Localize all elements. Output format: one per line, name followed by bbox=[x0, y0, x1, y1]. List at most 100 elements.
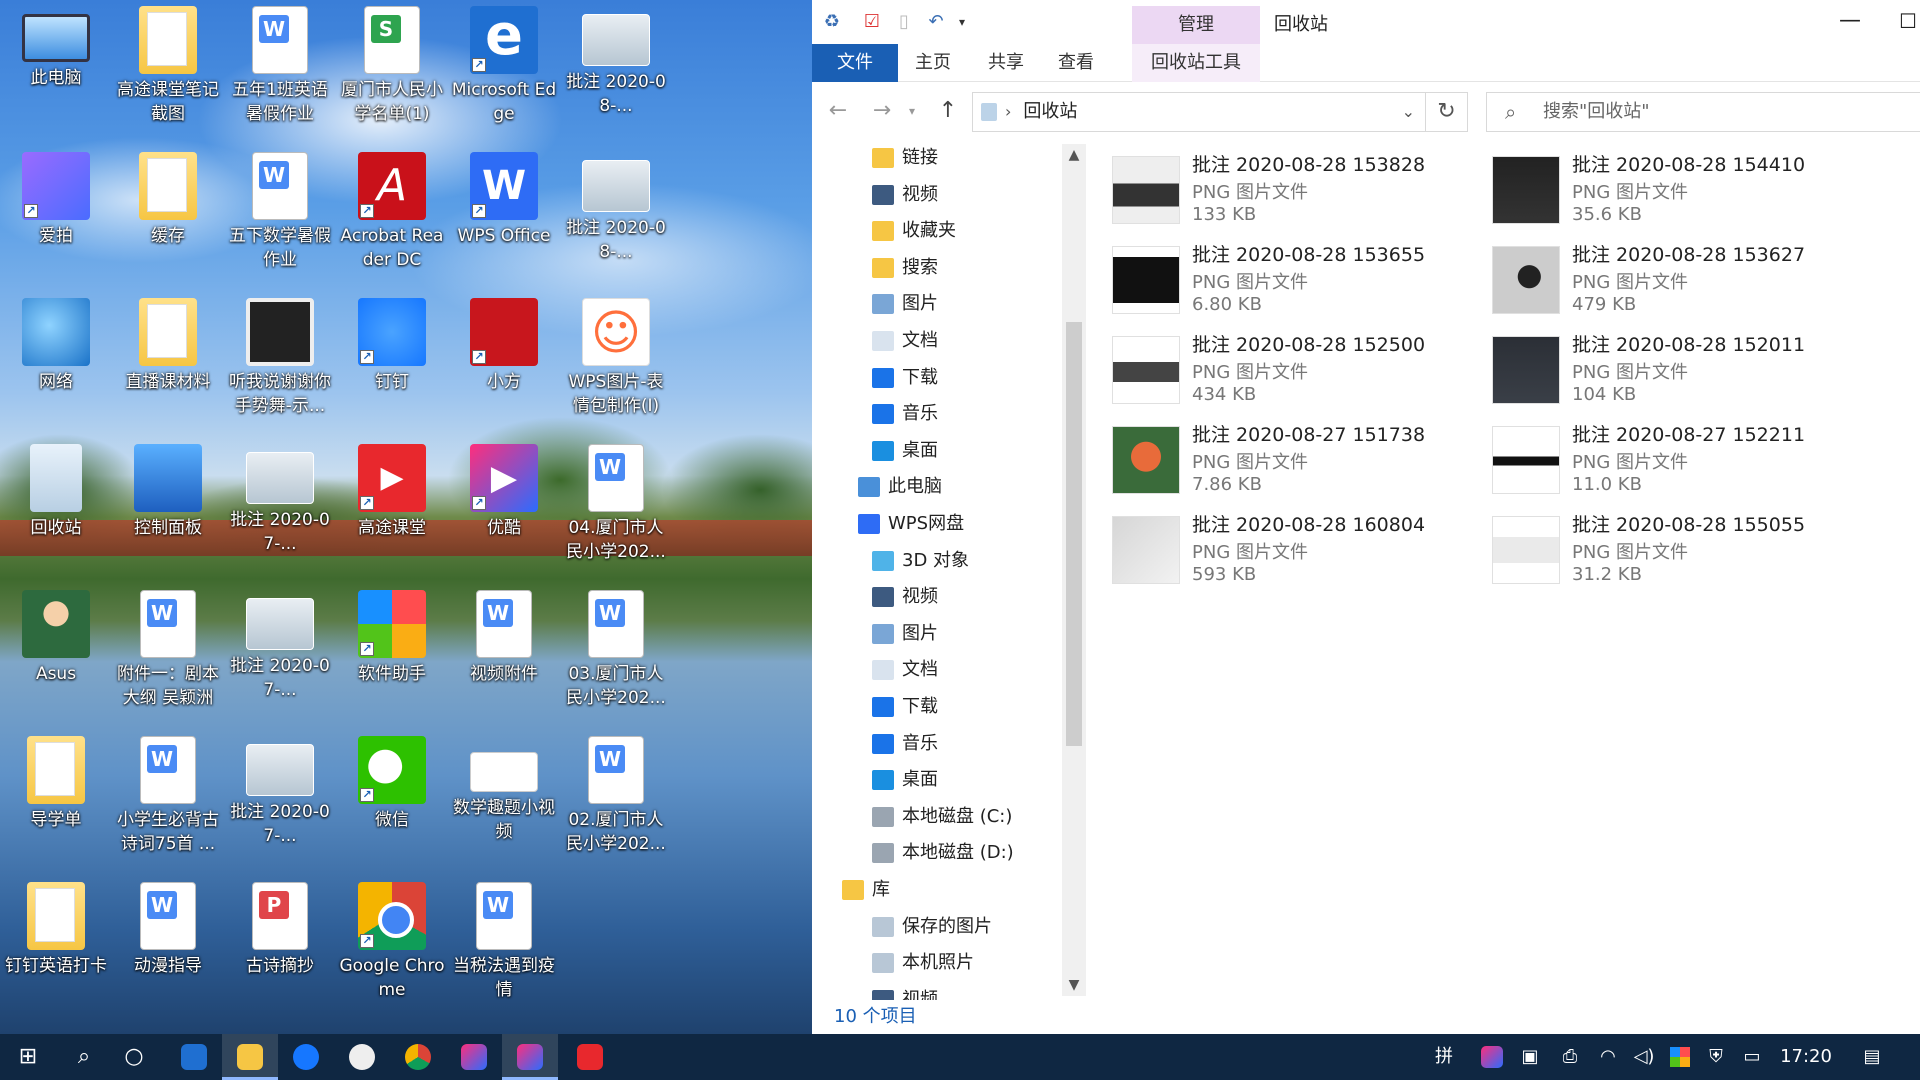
desktop-icon[interactable]: ↗ Microsoft Edge bbox=[448, 0, 560, 146]
nav-item[interactable]: 本机照片 bbox=[872, 945, 974, 981]
youku-player-taskbar-icon[interactable] bbox=[502, 1034, 558, 1080]
desktop-icon[interactable]: 厦门市人民小学名单(1) bbox=[336, 0, 448, 146]
nav-item[interactable]: 桌面 bbox=[872, 433, 938, 469]
desktop-icon[interactable]: ↗ Acrobat Reader DC bbox=[336, 146, 448, 292]
nav-item[interactable]: 下载 bbox=[872, 360, 938, 396]
desktop-icon[interactable]: 批注 2020-07-... bbox=[224, 730, 336, 876]
desktop-icon[interactable]: 04.厦门市人民小学202... bbox=[560, 438, 672, 584]
desktop-icon[interactable]: 批注 2020-08-... bbox=[560, 146, 672, 292]
ime-indicator[interactable]: 拼 bbox=[1422, 1034, 1466, 1080]
search-icon[interactable]: ⌕ bbox=[56, 1034, 112, 1080]
chrome-taskbar-icon[interactable] bbox=[390, 1034, 446, 1080]
nav-item[interactable]: 此电脑 bbox=[858, 469, 942, 505]
file-item[interactable]: 批注 2020-08-28 154410 PNG 图片文件 35.6 KB bbox=[1492, 148, 1872, 234]
tab-file[interactable]: 文件 bbox=[812, 44, 898, 82]
desktop-icon[interactable]: ↗ Google Chrome bbox=[336, 876, 448, 1022]
desktop-icon[interactable]: 批注 2020-07-... bbox=[224, 584, 336, 730]
screen-tool-tray-icon[interactable]: ▣ bbox=[1512, 1034, 1548, 1080]
battery-icon[interactable]: ▭ bbox=[1734, 1034, 1770, 1080]
edge-taskbar-icon[interactable] bbox=[166, 1034, 222, 1080]
desktop-icon[interactable]: 古诗摘抄 bbox=[224, 876, 336, 1022]
desktop-icon[interactable]: 小学生必背古诗词75首 ... bbox=[112, 730, 224, 876]
desktop-icon[interactable]: 五下数学暑假作业 bbox=[224, 146, 336, 292]
file-item[interactable]: 批注 2020-08-28 152011 PNG 图片文件 104 KB bbox=[1492, 328, 1872, 414]
cortana-circle-icon[interactable]: ○ bbox=[106, 1034, 162, 1080]
shield-icon[interactable]: ⛨ bbox=[1698, 1034, 1734, 1080]
desktop-icon[interactable]: ↗优酷 bbox=[448, 438, 560, 584]
desktop-icon[interactable]: ↗ WPS Office bbox=[448, 146, 560, 292]
nav-item[interactable]: 图片 bbox=[872, 286, 938, 322]
file-item[interactable]: 批注 2020-08-28 160804 PNG 图片文件 593 KB bbox=[1112, 508, 1492, 594]
address-bar[interactable]: › 回收站 ⌄ bbox=[972, 92, 1426, 132]
wifi-icon[interactable]: ◠ bbox=[1590, 1034, 1626, 1080]
refresh-icon[interactable]: ↻ bbox=[1426, 92, 1468, 132]
new-folder-icon[interactable]: ▯ bbox=[892, 10, 916, 34]
nav-item[interactable]: WPS网盘 bbox=[858, 506, 964, 542]
desktop-icon[interactable]: 动漫指导 bbox=[112, 876, 224, 1022]
tab-view[interactable]: 查看 bbox=[1044, 44, 1108, 82]
nav-item[interactable]: 视频 bbox=[872, 177, 938, 213]
dingtalk-taskbar-icon[interactable] bbox=[278, 1034, 334, 1080]
panda-app-taskbar-icon[interactable] bbox=[334, 1034, 390, 1080]
back-arrow-icon[interactable]: ← bbox=[822, 96, 854, 126]
desktop-icon[interactable]: 直播课材料 bbox=[112, 292, 224, 438]
gaotu-taskbar-icon[interactable] bbox=[562, 1034, 618, 1080]
nav-item[interactable]: 保存的图片 bbox=[872, 909, 992, 945]
undo-icon[interactable]: ↶ bbox=[924, 10, 948, 34]
manage-context-tab[interactable]: 管理 bbox=[1132, 6, 1260, 44]
desktop-icon[interactable]: 回收站 bbox=[0, 438, 112, 584]
desktop-icon[interactable]: ↗ 小方 bbox=[448, 292, 560, 438]
file-item[interactable]: 批注 2020-08-28 153828 PNG 图片文件 133 KB bbox=[1112, 148, 1492, 234]
nav-item[interactable]: 收藏夹 bbox=[872, 213, 956, 249]
breadcrumb-recycle-bin[interactable]: 回收站 bbox=[1023, 101, 1077, 122]
colorful-grid-tray-icon[interactable] bbox=[1662, 1034, 1698, 1080]
desktop-icon[interactable]: 批注 2020-07-... bbox=[224, 438, 336, 584]
tab-home[interactable]: 主页 bbox=[898, 44, 968, 82]
printer-tray-icon[interactable]: ⎙ bbox=[1552, 1034, 1588, 1080]
nav-scrollbar[interactable]: ▲ ▼ bbox=[1062, 144, 1086, 996]
nav-item[interactable]: 桌面 bbox=[872, 762, 938, 798]
minimize-icon[interactable]: — bbox=[1830, 6, 1870, 36]
nav-item[interactable]: 3D 对象 bbox=[872, 543, 969, 579]
nav-item[interactable]: 音乐 bbox=[872, 396, 938, 432]
properties-icon[interactable]: ☑ bbox=[860, 10, 884, 34]
clock[interactable]: 17:20 bbox=[1774, 1034, 1838, 1080]
file-explorer-taskbar-icon[interactable] bbox=[222, 1034, 278, 1080]
nav-item[interactable]: 图片 bbox=[872, 616, 938, 652]
nav-item[interactable]: 搜索 bbox=[872, 250, 938, 286]
desktop-icon[interactable]: 控制面板 bbox=[112, 438, 224, 584]
scroll-up-icon[interactable]: ▲ bbox=[1062, 144, 1086, 166]
desktop-icon[interactable]: 02.厦门市人民小学202... bbox=[560, 730, 672, 876]
desktop-icon[interactable]: Asus bbox=[0, 584, 112, 730]
desktop-icon[interactable]: WPS图片-表情包制作(I) bbox=[560, 292, 672, 438]
tab-share[interactable]: 共享 bbox=[974, 44, 1038, 82]
desktop-icon[interactable]: 视频附件 bbox=[448, 584, 560, 730]
desktop-icon[interactable]: 03.厦门市人民小学202... bbox=[560, 584, 672, 730]
desktop-icon[interactable]: 导学单 bbox=[0, 730, 112, 876]
nav-item[interactable]: 下载 bbox=[872, 689, 938, 725]
desktop-icon[interactable]: 当税法遇到疫情 bbox=[448, 876, 560, 1022]
search-box[interactable]: ⌕ 搜索"回收站" bbox=[1486, 92, 1920, 132]
nav-item[interactable]: 本地磁盘 (D:) bbox=[872, 835, 1014, 871]
address-dropdown-chevron-icon[interactable]: ⌄ bbox=[1402, 93, 1415, 131]
nav-item[interactable]: 链接 bbox=[872, 140, 938, 176]
desktop-icon[interactable]: ↗ 软件助手 bbox=[336, 584, 448, 730]
desktop-icon[interactable]: ↗ 钉钉 bbox=[336, 292, 448, 438]
file-item[interactable]: 批注 2020-08-28 153655 PNG 图片文件 6.80 KB bbox=[1112, 238, 1492, 324]
desktop-icon[interactable]: 听我说谢谢你手势舞-示... bbox=[224, 292, 336, 438]
up-arrow-icon[interactable]: ↑ bbox=[932, 96, 964, 126]
nav-item[interactable]: 视频 bbox=[872, 579, 938, 615]
desktop-icon[interactable]: ↗ 爱拍 bbox=[0, 146, 112, 292]
forward-arrow-icon[interactable]: → bbox=[866, 96, 898, 126]
file-item[interactable]: 批注 2020-08-27 152211 PNG 图片文件 11.0 KB bbox=[1492, 418, 1872, 504]
nav-item[interactable]: 文档 bbox=[872, 323, 938, 359]
file-item[interactable]: 批注 2020-08-28 152500 PNG 图片文件 434 KB bbox=[1112, 328, 1492, 414]
file-item[interactable]: 批注 2020-08-28 153627 PNG 图片文件 479 KB bbox=[1492, 238, 1872, 324]
nav-item[interactable]: 音乐 bbox=[872, 726, 938, 762]
nav-item[interactable]: 库 bbox=[842, 872, 890, 908]
scrollbar-thumb[interactable] bbox=[1066, 322, 1082, 746]
nav-item[interactable]: 本地磁盘 (C:) bbox=[872, 799, 1012, 835]
youku-taskbar-icon[interactable] bbox=[446, 1034, 502, 1080]
scroll-down-icon[interactable]: ▼ bbox=[1062, 974, 1086, 996]
start-windows-icon[interactable]: ⊞ bbox=[0, 1034, 56, 1080]
